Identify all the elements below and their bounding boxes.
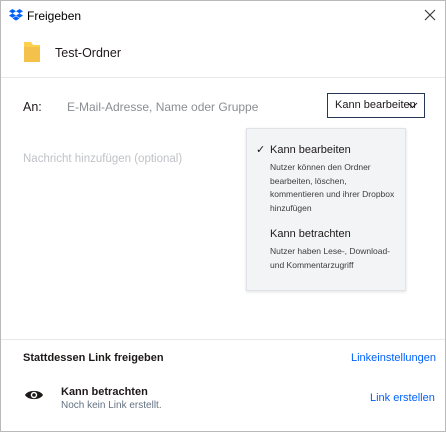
- permission-menu: ✓ Kann bearbeiten Nutzer können den Ordn…: [246, 128, 406, 291]
- to-label: An:: [23, 100, 42, 114]
- folder-name: Test-Ordner: [55, 46, 121, 60]
- menu-item-title: Kann betrachten: [270, 228, 351, 240]
- chevron-down-icon: [407, 102, 418, 109]
- title-bar: Freigeben: [1, 1, 445, 31]
- folder-header: Test-Ordner: [1, 31, 445, 76]
- checkmark-icon: ✓: [256, 144, 266, 156]
- menu-item-description: Nutzer haben Lese-, Download- und Kommen…: [270, 246, 391, 270]
- create-link-button[interactable]: Link erstellen: [370, 392, 435, 404]
- dropbox-logo-icon: [9, 9, 23, 21]
- permission-selected-label: Kann bearbeiten: [335, 99, 416, 111]
- link-access-title: Kann betrachten: [61, 386, 148, 398]
- recipient-input[interactable]: [59, 94, 309, 120]
- divider: [1, 339, 445, 340]
- share-dialog: Freigeben Test-Ordner An: Kann bearbeite…: [0, 0, 446, 432]
- window-title: Freigeben: [27, 9, 82, 23]
- permission-dropdown-button[interactable]: Kann bearbeiten: [327, 93, 425, 118]
- link-settings-link[interactable]: Linkeinstellungen: [351, 352, 436, 364]
- menu-item-can-view[interactable]: Kann betrachten Nutzer haben Lese-, Down…: [247, 221, 407, 287]
- link-status: Noch kein Link erstellt.: [61, 400, 162, 411]
- menu-item-description: Nutzer können den Ordner bearbeiten, lös…: [270, 162, 395, 213]
- link-section-heading: Stattdessen Link freigeben: [23, 352, 164, 364]
- eye-icon: [25, 390, 43, 400]
- message-input[interactable]: [15, 147, 235, 187]
- folder-icon: [24, 42, 40, 62]
- menu-item-title: Kann bearbeiten: [270, 144, 351, 156]
- menu-item-can-edit[interactable]: ✓ Kann bearbeiten Nutzer können den Ordn…: [247, 137, 407, 217]
- close-icon[interactable]: [419, 5, 441, 25]
